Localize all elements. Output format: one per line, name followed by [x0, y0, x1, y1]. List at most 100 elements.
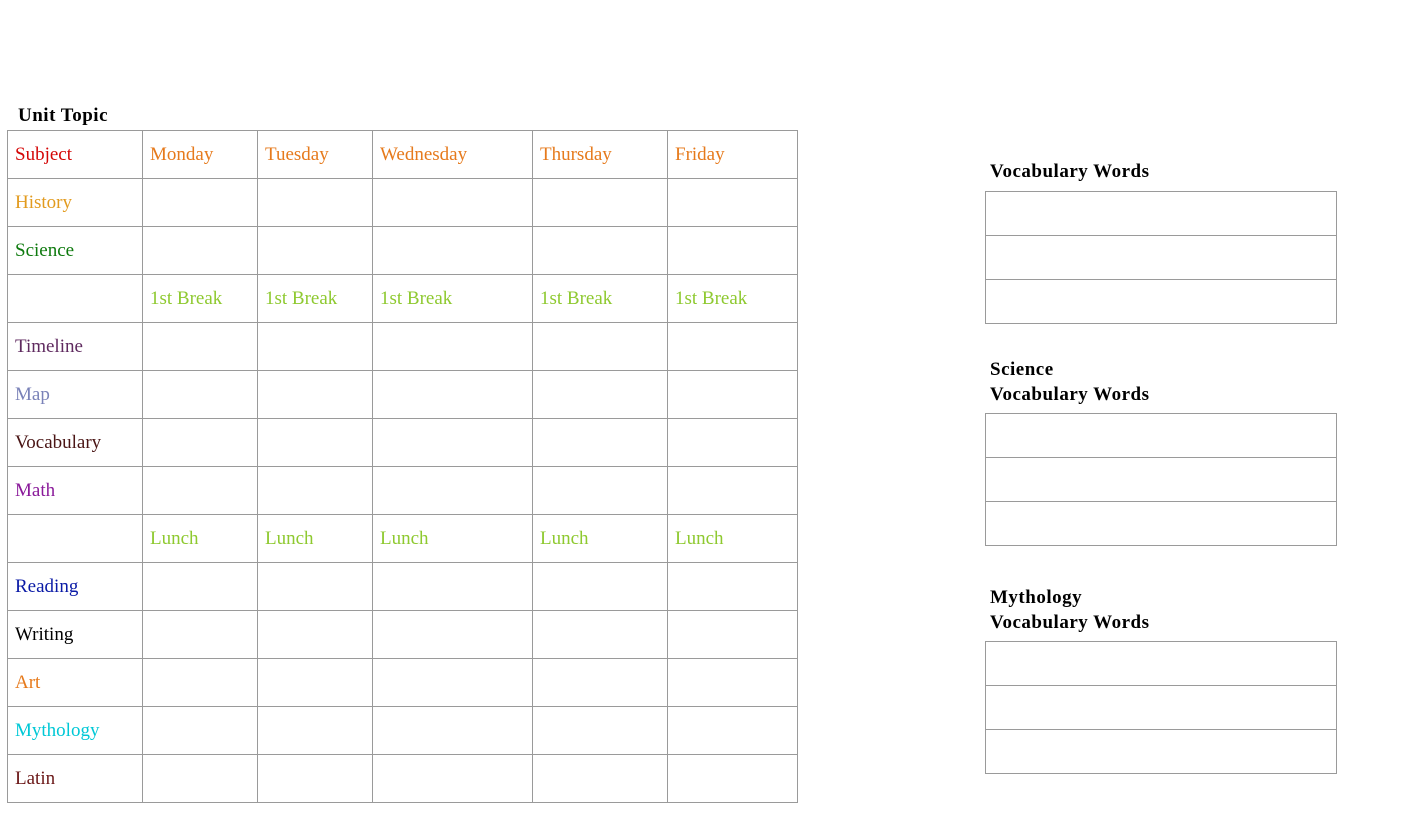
schedule-cell [668, 611, 798, 659]
schedule-cell: Lunch [143, 515, 258, 563]
table-row: Writing [8, 611, 798, 659]
schedule-cell [258, 227, 373, 275]
subject-cell [8, 515, 143, 563]
schedule-cell [143, 755, 258, 803]
header-friday: Friday [668, 131, 798, 179]
vocab-cell [986, 730, 1337, 774]
schedule-cell [533, 467, 668, 515]
schedule-cell: Lunch [373, 515, 533, 563]
schedule-cell [668, 755, 798, 803]
schedule-cell [373, 707, 533, 755]
schedule-cell [373, 611, 533, 659]
table-row: Vocabulary [8, 419, 798, 467]
schedule-cell [373, 227, 533, 275]
schedule-cell [668, 323, 798, 371]
schedule-cell [533, 323, 668, 371]
schedule-cell [258, 179, 373, 227]
subject-cell: Timeline [8, 323, 143, 371]
schedule-cell [373, 467, 533, 515]
schedule-cell [373, 419, 533, 467]
subject-cell: Science [8, 227, 143, 275]
schedule-cell [668, 179, 798, 227]
vocab-table-3 [985, 641, 1337, 774]
table-row: Timeline [8, 323, 798, 371]
schedule-cell [533, 419, 668, 467]
table-row: Science [8, 227, 798, 275]
vocab-heading-2: ScienceVocabulary Words [985, 358, 1337, 407]
schedule-cell: 1st Break [373, 275, 533, 323]
subject-cell: Map [8, 371, 143, 419]
schedule-cell [373, 563, 533, 611]
schedule-cell [258, 611, 373, 659]
schedule-cell [143, 467, 258, 515]
subject-cell: History [8, 179, 143, 227]
vocab-cell [986, 458, 1337, 502]
schedule-cell [533, 371, 668, 419]
schedule-cell [143, 563, 258, 611]
schedule-cell [258, 755, 373, 803]
vocab-cell [986, 642, 1337, 686]
schedule-cell [373, 371, 533, 419]
table-row: Math [8, 467, 798, 515]
schedule-cell [668, 659, 798, 707]
schedule-cell [373, 659, 533, 707]
schedule-cell: Lunch [668, 515, 798, 563]
schedule-cell [143, 611, 258, 659]
schedule-cell [533, 179, 668, 227]
schedule-cell [143, 707, 258, 755]
schedule-cell [143, 323, 258, 371]
schedule-cell [143, 179, 258, 227]
schedule-table: Subject Monday Tuesday Wednesday Thursda… [7, 130, 798, 803]
vocab-cell [986, 414, 1337, 458]
table-row: 1st Break1st Break1st Break1st Break1st … [8, 275, 798, 323]
subject-cell: Mythology [8, 707, 143, 755]
vocab-cell [986, 686, 1337, 730]
vocab-cell [986, 235, 1337, 279]
vocab-section-3: MythologyVocabulary Words [985, 586, 1337, 774]
table-row: History [8, 179, 798, 227]
table-row: Reading [8, 563, 798, 611]
schedule-cell [258, 659, 373, 707]
header-thursday: Thursday [533, 131, 668, 179]
schedule-cell: 1st Break [258, 275, 373, 323]
schedule-cell [258, 371, 373, 419]
vocab-heading-1: Vocabulary Words [985, 160, 1337, 185]
vocab-heading-3: MythologyVocabulary Words [985, 586, 1337, 635]
schedule-cell [668, 227, 798, 275]
table-row: Latin [8, 755, 798, 803]
table-row: Mythology [8, 707, 798, 755]
page-title: Unit Topic [18, 105, 108, 127]
schedule-cell [668, 563, 798, 611]
schedule-cell [258, 563, 373, 611]
subject-cell [8, 275, 143, 323]
vocab-cell [986, 502, 1337, 546]
vocab-section-1: Vocabulary Words [985, 160, 1337, 324]
vocab-table-2 [985, 413, 1337, 546]
schedule-cell [533, 563, 668, 611]
header-monday: Monday [143, 131, 258, 179]
schedule-cell [533, 659, 668, 707]
table-header-row: Subject Monday Tuesday Wednesday Thursda… [8, 131, 798, 179]
schedule-cell [533, 611, 668, 659]
vocab-table-1 [985, 191, 1337, 324]
schedule-cell [258, 467, 373, 515]
vocab-cell [986, 191, 1337, 235]
subject-cell: Math [8, 467, 143, 515]
schedule-cell [258, 419, 373, 467]
vocab-cell [986, 279, 1337, 323]
vocab-section-2: ScienceVocabulary Words [985, 358, 1337, 546]
schedule-cell [258, 323, 373, 371]
schedule-cell: Lunch [533, 515, 668, 563]
schedule-cell [143, 659, 258, 707]
header-tuesday: Tuesday [258, 131, 373, 179]
header-subject: Subject [8, 131, 143, 179]
schedule-cell [668, 467, 798, 515]
schedule-cell: 1st Break [668, 275, 798, 323]
schedule-cell [373, 179, 533, 227]
schedule-cell [668, 419, 798, 467]
table-row: Map [8, 371, 798, 419]
schedule-cell [143, 371, 258, 419]
schedule-cell [668, 707, 798, 755]
subject-cell: Reading [8, 563, 143, 611]
schedule-cell [533, 227, 668, 275]
